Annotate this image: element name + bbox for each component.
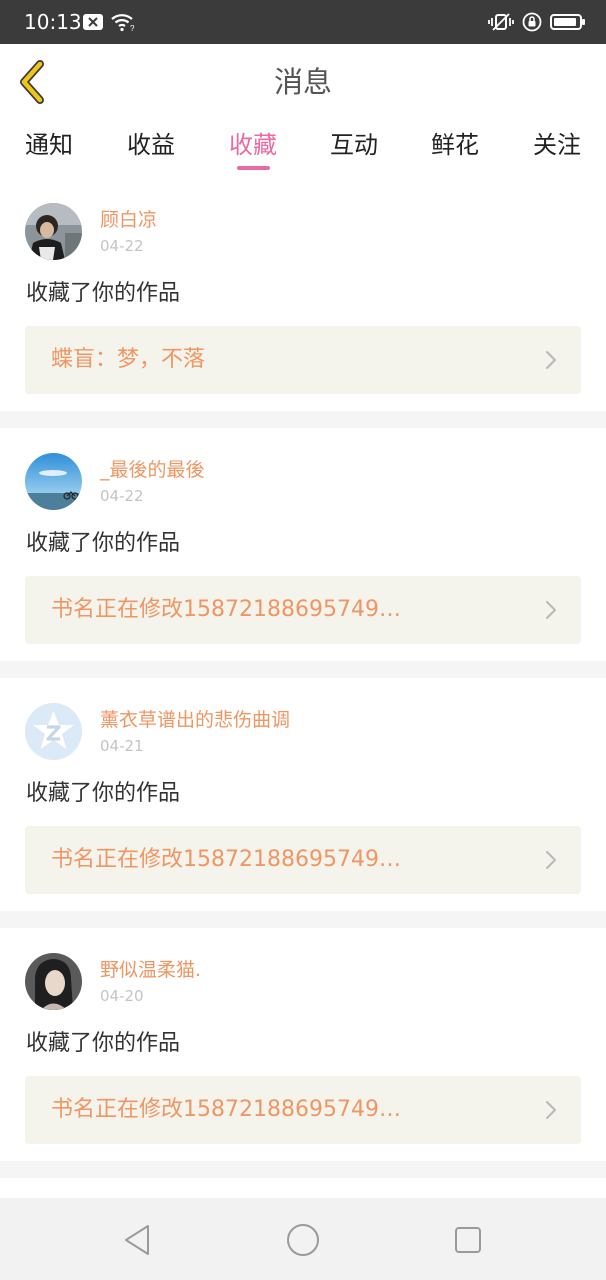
chevron-right-icon	[545, 350, 557, 374]
tab-notifications[interactable]: 通知	[0, 128, 99, 162]
battery-icon	[550, 12, 586, 36]
divider	[0, 911, 606, 928]
username[interactable]: _最後的最後	[100, 458, 205, 482]
close-box-icon	[82, 13, 104, 35]
home-circle-icon	[285, 1224, 321, 1262]
message-date: 04-22	[100, 487, 144, 505]
divider	[0, 661, 606, 678]
message-card: 顾白凉 04-22 收藏了你的作品 蝶盲：梦，不落	[0, 178, 606, 411]
action-text: 收藏了你的作品	[26, 531, 181, 556]
avatar[interactable]	[25, 953, 82, 1010]
lock-rotation-icon	[522, 12, 542, 36]
tab-favorites[interactable]: 收藏	[203, 128, 303, 162]
action-text: 收藏了你的作品	[26, 781, 181, 806]
avatar[interactable]	[25, 203, 82, 260]
nav-home-button[interactable]	[285, 1222, 321, 1258]
chevron-right-icon	[545, 850, 557, 874]
work-title: 书名正在修改15872188695749…	[51, 597, 401, 622]
chevron-right-icon	[545, 1100, 557, 1124]
tab-earnings[interactable]: 收益	[101, 128, 201, 162]
work-link[interactable]: 蝶盲：梦，不落	[25, 326, 581, 394]
system-nav-bar	[0, 1198, 606, 1280]
divider	[0, 1161, 606, 1178]
message-card: _最後的最後 04-22 收藏了你的作品 书名正在修改1587218869574…	[0, 428, 606, 661]
tab-bar: 通知 收益 收藏 互动 鲜花 关注	[0, 118, 606, 178]
vibrate-icon	[488, 12, 514, 36]
nav-back-button[interactable]	[120, 1222, 156, 1258]
nav-recents-button[interactable]	[450, 1222, 486, 1258]
avatar[interactable]	[25, 453, 82, 510]
divider	[0, 411, 606, 428]
action-text: 收藏了你的作品	[26, 281, 181, 306]
message-date: 04-20	[100, 987, 144, 1005]
work-link[interactable]: 书名正在修改15872188695749…	[25, 1076, 581, 1144]
username[interactable]: 薰衣草谱出的悲伤曲调	[100, 708, 290, 732]
status-time: 10:13	[24, 10, 82, 34]
recents-square-icon	[450, 1227, 486, 1262]
tab-follows[interactable]: 关注	[507, 128, 606, 162]
active-tab-indicator	[237, 166, 270, 170]
work-title: 书名正在修改15872188695749…	[51, 1097, 401, 1122]
work-title: 蝶盲：梦，不落	[51, 347, 206, 372]
svg-text:?: ?	[130, 24, 135, 32]
back-triangle-icon	[120, 1225, 156, 1262]
page-title: 消息	[273, 65, 332, 99]
message-date: 04-21	[100, 737, 144, 755]
work-link[interactable]: 书名正在修改15872188695749…	[25, 826, 581, 894]
message-list: 顾白凉 04-22 收藏了你的作品 蝶盲：梦，不落 _最後的最後 04-22 收…	[0, 178, 606, 1178]
message-date: 04-22	[100, 237, 144, 255]
chevron-right-icon	[545, 600, 557, 624]
message-card: 薰衣草谱出的悲伤曲调 04-21 收藏了你的作品 书名正在修改158721886…	[0, 678, 606, 911]
work-title: 书名正在修改15872188695749…	[51, 847, 401, 872]
wifi-question-icon: ?	[110, 12, 136, 36]
action-text: 收藏了你的作品	[26, 1031, 181, 1056]
header: 消息	[0, 44, 606, 119]
status-bar: 10:13 ?	[0, 0, 606, 44]
tab-interactions[interactable]: 互动	[304, 128, 404, 162]
tab-flowers[interactable]: 鲜花	[405, 128, 505, 162]
avatar[interactable]	[25, 703, 82, 760]
username[interactable]: 野似温柔猫.	[100, 958, 201, 982]
message-card: 野似温柔猫. 04-20 收藏了你的作品 书名正在修改1587218869574…	[0, 928, 606, 1161]
work-link[interactable]: 书名正在修改15872188695749…	[25, 576, 581, 644]
username[interactable]: 顾白凉	[100, 208, 157, 232]
